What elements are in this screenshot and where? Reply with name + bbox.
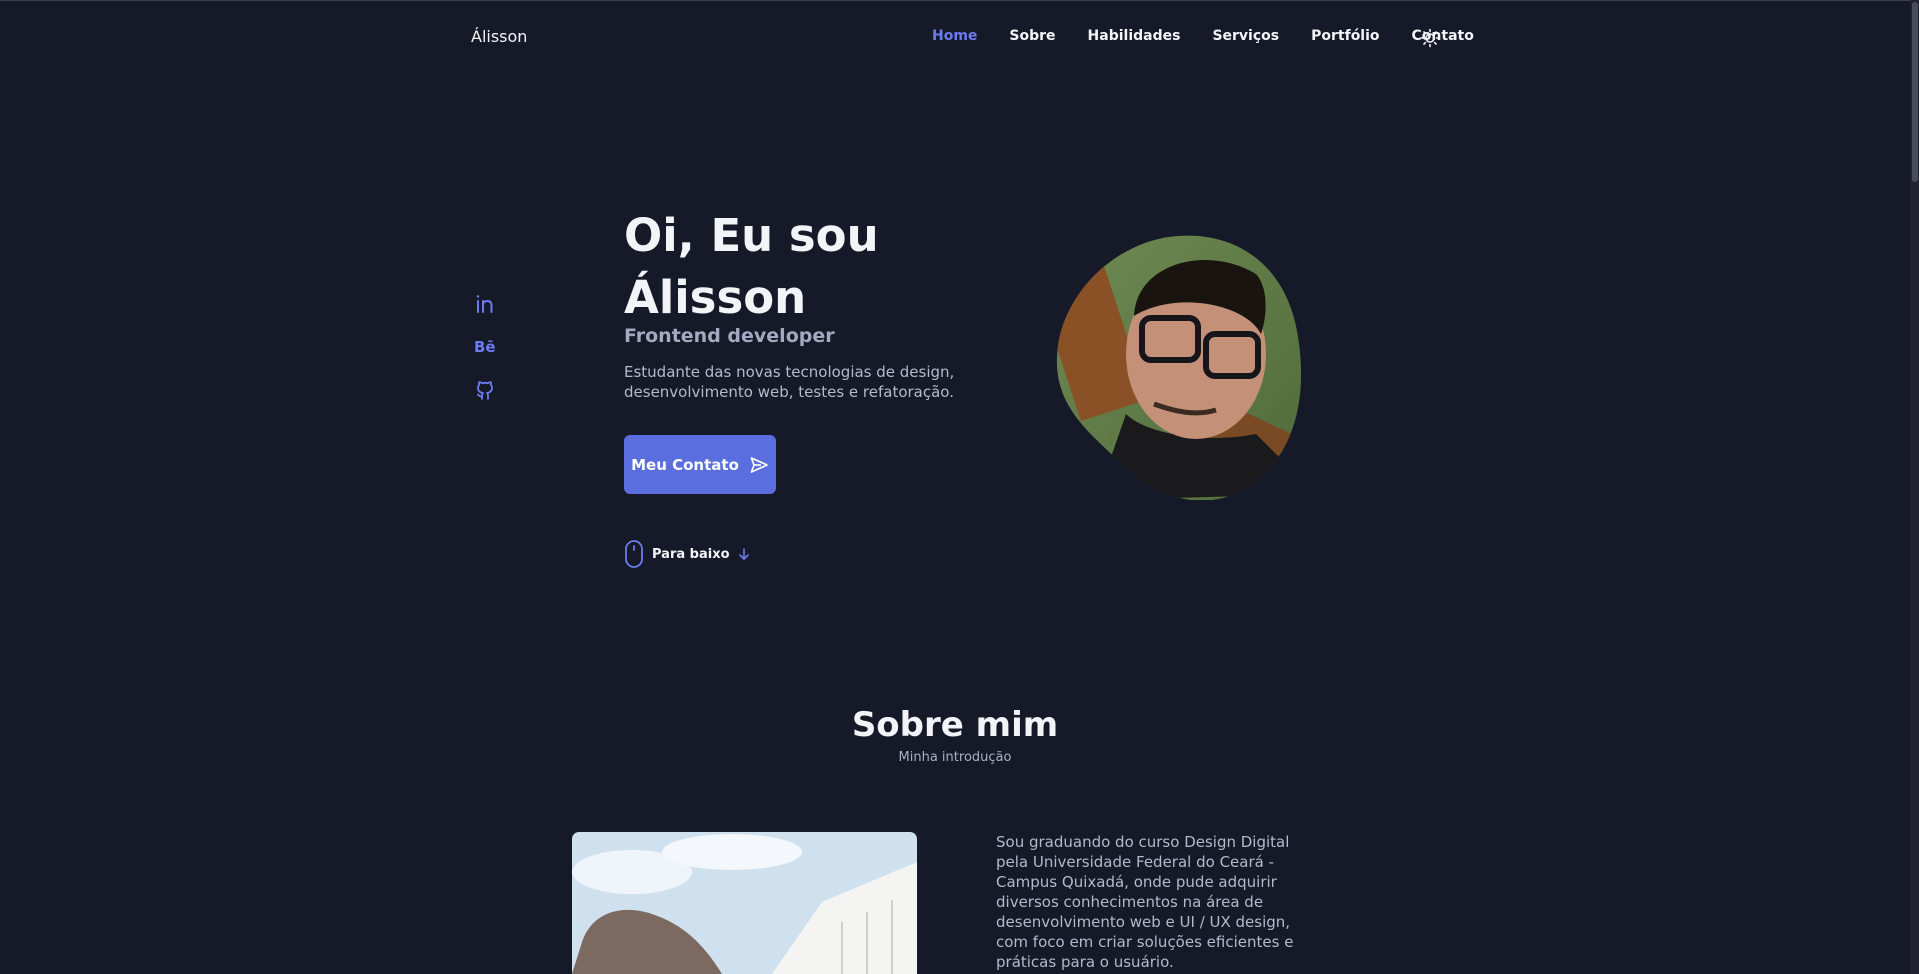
nav-habilidades[interactable]: Habilidades: [1088, 28, 1181, 44]
behance-label: Bē: [474, 338, 496, 356]
scroll-down-label: Para baixo: [652, 546, 730, 562]
site-logo[interactable]: Álisson: [471, 27, 527, 46]
mouse-icon: [625, 540, 643, 568]
contact-button-label: Meu Contato: [631, 455, 739, 474]
nav-servicos[interactable]: Serviços: [1212, 28, 1279, 44]
hero-title-line-1: Oi, Eu sou: [624, 209, 879, 262]
contact-button[interactable]: Meu Contato: [624, 435, 776, 494]
github-icon[interactable]: [474, 379, 498, 403]
hero-subtitle: Frontend developer: [624, 325, 835, 347]
nav-portfolio[interactable]: Portfólio: [1311, 28, 1379, 44]
about-text: Sou graduando do curso Design Digital pe…: [996, 833, 1294, 971]
about-photo: [572, 832, 917, 974]
scroll-down-link[interactable]: Para baixo: [624, 540, 750, 568]
send-icon: [750, 456, 768, 473]
behance-icon[interactable]: Bē: [474, 336, 498, 360]
nav-home[interactable]: Home: [932, 28, 977, 44]
hero-title: Oi, Eu sou Álisson: [624, 205, 879, 329]
about-subtitle: Minha introdução: [898, 750, 1012, 765]
arrow-down-icon: [738, 548, 749, 560]
window-top-border: [0, 0, 1919, 1]
profile-photo: [1056, 234, 1306, 500]
sun-icon[interactable]: [1420, 28, 1440, 48]
hero-description: Estudante das novas tecnologias de desig…: [624, 363, 955, 401]
nav-sobre[interactable]: Sobre: [1009, 28, 1055, 44]
about-title: Sobre mim: [851, 705, 1059, 745]
page-scrollbar[interactable]: [1910, 0, 1919, 974]
linkedin-icon[interactable]: [474, 293, 498, 317]
hero-title-line-2: Álisson: [624, 271, 807, 324]
scrollbar-thumb[interactable]: [1912, 2, 1918, 182]
social-links: Bē: [474, 293, 498, 422]
